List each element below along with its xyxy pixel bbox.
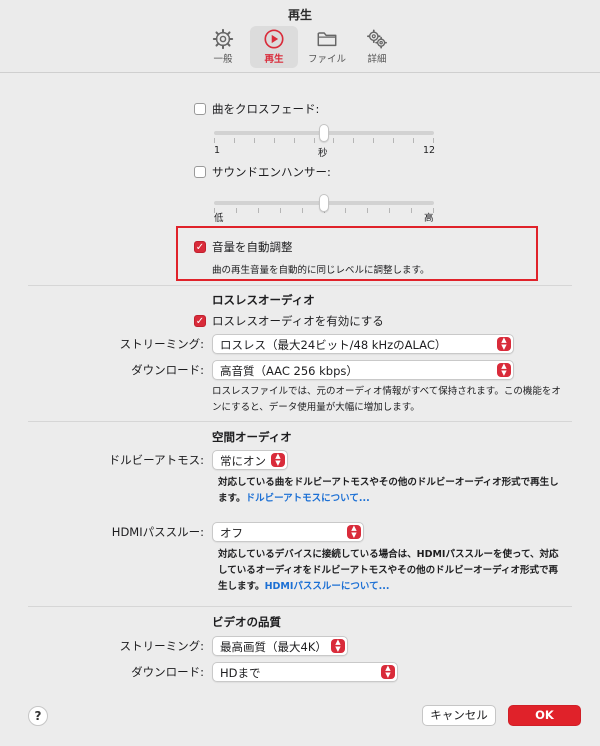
video-download-label: ダウンロード: (131, 665, 204, 679)
chevron-updown-icon: ▲ ▼ (271, 453, 285, 467)
hdmi-passthrough-value: オフ (220, 526, 243, 540)
chevron-updown-icon: ▲ ▼ (497, 337, 511, 351)
hdmi-passthrough-label: HDMIパススルー: (111, 525, 204, 539)
hdmi-passthrough-description: 対応しているデバイスに接続している場合は、HDMIパススルーを使って、対応 して… (218, 547, 583, 595)
hdmi-desc-line3: 生します。 (218, 581, 265, 592)
dolby-atmos-label: ドルビーアトモス: (108, 453, 204, 467)
lossless-enable-label: ロスレスオーディオを有効にする (212, 314, 384, 328)
crossfade-label: 曲をクロスフェード: (212, 102, 320, 116)
dolby-desc-line1: 対応している曲をドルビーアトモスやその他のドルビーオーディオ形式で再生し (218, 477, 559, 488)
lossless-description-line1: ロスレスファイルでは、元のオーディオ情報がすべて保持されます。この機能をオ (212, 386, 561, 397)
lossless-enable-checkbox[interactable]: ✓ (194, 315, 206, 327)
tab-playback-label: 再生 (264, 54, 284, 65)
hdmi-desc-line1: 対応しているデバイスに接続している場合は、HDMIパススルーを使って、対応 (218, 549, 559, 560)
cancel-button[interactable]: キャンセル (422, 705, 496, 726)
crossfade-slider[interactable] (214, 124, 434, 144)
crossfade-min-label: 1 (214, 145, 221, 156)
lossless-download-label: ダウンロード: (131, 363, 204, 377)
lossless-heading: ロスレスオーディオ (212, 293, 315, 307)
sound-enhancer-min-label: 低 (214, 213, 224, 224)
crossfade-slider-tick (393, 138, 394, 143)
crossfade-slider-tick (333, 138, 334, 143)
video-streaming-select[interactable]: 最高画質（最大4K） ▲ ▼ (212, 636, 348, 656)
crossfade-slider-tick (314, 138, 315, 143)
separator (28, 421, 572, 422)
lossless-description-line2: ンにすると、データ使用量が大幅に増加します。 (212, 402, 420, 413)
sound-enhancer-slider[interactable] (214, 194, 434, 214)
chevron-updown-icon: ▲ ▼ (497, 363, 511, 377)
sound-enhancer-slider-tick (258, 208, 259, 213)
sound-enhancer-max-label: 高 (424, 213, 434, 224)
crossfade-slider-tick (294, 138, 295, 143)
dolby-desc-line2: ます。 (218, 493, 246, 504)
window-title: 再生 (287, 8, 312, 22)
video-download-select[interactable]: HDまで ▲ ▼ (212, 662, 398, 682)
crossfade-slider-tick (413, 138, 414, 143)
help-button[interactable]: ? (28, 706, 48, 726)
tab-general-label: 一般 (213, 54, 233, 65)
crossfade-slider-tick (373, 138, 374, 143)
dolby-atmos-description: 対応している曲をドルビーアトモスやその他のドルビーオーディオ形式で再生し ます。… (218, 475, 583, 507)
video-streaming-label: ストリーミング: (119, 639, 204, 653)
crossfade-checkbox[interactable] (194, 103, 206, 115)
hdmi-passthrough-link[interactable]: HDMIパススルーについて... (265, 581, 390, 592)
crossfade-slider-tick (274, 138, 275, 143)
sound-enhancer-slider-tick (280, 208, 281, 213)
lossless-download-select[interactable]: 高音質（AAC 256 kbps） ▲ ▼ (212, 360, 514, 380)
chevron-updown-icon: ▲ ▼ (347, 525, 361, 539)
lossless-download-value: 高音質（AAC 256 kbps） (220, 364, 358, 378)
crossfade-slider-knob[interactable] (319, 124, 329, 142)
sound-enhancer-slider-tick (345, 208, 346, 213)
hdmi-desc-line2: しているオーディオをドルビーアトモスやその他のドルビーオーディオ形式で再 (218, 565, 559, 576)
tab-general[interactable]: 一般 (204, 26, 242, 68)
sound-enhancer-slider-tick (236, 208, 237, 213)
lossless-description: ロスレスファイルでは、元のオーディオ情報がすべて保持されます。この機能をオ ンに… (212, 384, 582, 416)
gear-icon (212, 28, 234, 50)
chevron-updown-icon: ▲ ▼ (331, 639, 345, 653)
tab-advanced[interactable]: 詳細 (358, 26, 396, 68)
sound-check-checkbox[interactable]: ✓ (194, 241, 206, 253)
hdmi-passthrough-select[interactable]: オフ ▲ ▼ (212, 522, 364, 542)
separator (28, 285, 572, 286)
sound-check-label: 音量を自動調整 (212, 240, 293, 254)
sound-enhancer-slider-tick (302, 208, 303, 213)
sound-enhancer-slider-knob[interactable] (319, 194, 329, 212)
dolby-atmos-select[interactable]: 常にオン ▲ ▼ (212, 450, 288, 470)
sound-enhancer-slider-tick (389, 208, 390, 213)
crossfade-unit-label: 秒 (318, 148, 328, 159)
crossfade-max-label: 12 (423, 145, 436, 156)
lossless-streaming-value: ロスレス（最大24ビット/48 kHzのALAC） (220, 338, 447, 352)
dolby-atmos-link[interactable]: ドルビーアトモスについて... (246, 493, 370, 504)
crossfade-slider-tick (353, 138, 354, 143)
crossfade-slider-tick (433, 138, 434, 143)
tab-playback[interactable]: 再生 (250, 26, 298, 68)
video-streaming-value: 最高画質（最大4K） (220, 640, 327, 654)
chevron-updown-icon: ▲ ▼ (381, 665, 395, 679)
separator (28, 606, 572, 607)
spatial-heading: 空間オーディオ (212, 430, 292, 444)
lossless-streaming-select[interactable]: ロスレス（最大24ビット/48 kHzのALAC） ▲ ▼ (212, 334, 514, 354)
crossfade-slider-tick (254, 138, 255, 143)
crossfade-slider-tick (214, 138, 215, 143)
lossless-streaming-label: ストリーミング: (119, 337, 204, 351)
sound-check-description: 曲の再生音量を自動的に同じレベルに調整します。 (212, 265, 430, 276)
sound-enhancer-slider-tick (367, 208, 368, 213)
tab-files[interactable]: ファイル (302, 26, 352, 68)
sound-enhancer-checkbox[interactable] (194, 166, 206, 178)
play-circle-icon (264, 29, 284, 49)
sound-enhancer-slider-tick (411, 208, 412, 213)
folder-icon (317, 32, 337, 47)
sound-enhancer-label: サウンドエンハンサー: (212, 165, 331, 179)
crossfade-slider-tick (234, 138, 235, 143)
tab-files-label: ファイル (307, 54, 346, 65)
video-quality-heading: ビデオの品質 (212, 615, 281, 629)
gears-icon (367, 29, 387, 49)
ok-button[interactable]: OK (508, 705, 581, 726)
video-download-value: HDまで (220, 666, 261, 680)
dolby-atmos-value: 常にオン (220, 454, 266, 468)
tab-advanced-label: 詳細 (367, 54, 387, 65)
